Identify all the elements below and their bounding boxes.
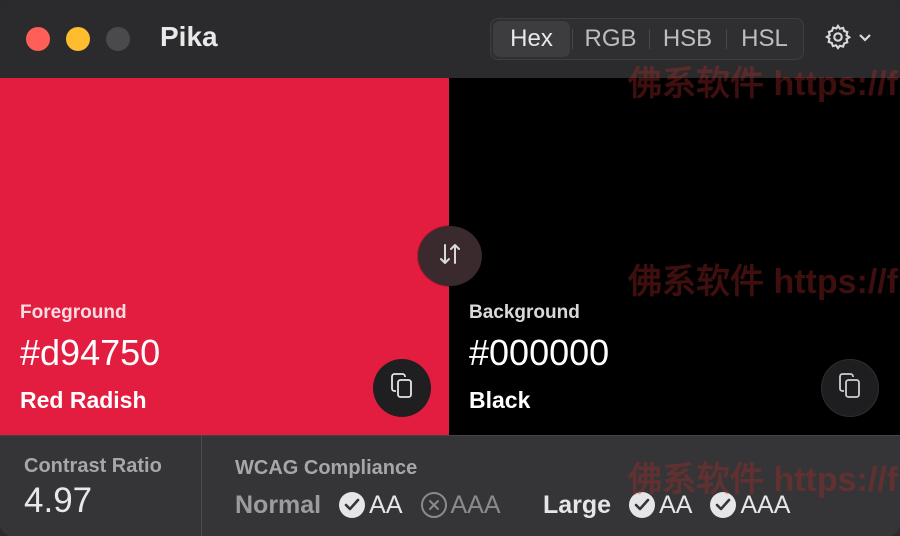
normal-aaa-badge: AAA <box>420 491 501 520</box>
x-icon <box>420 492 447 518</box>
wcag-normal-row: Normal AA AAA <box>235 488 501 522</box>
format-tab-rgb[interactable]: RGB <box>572 19 649 59</box>
wcag-compliance-label: WCAG Compliance <box>235 457 418 479</box>
format-tab-hsl[interactable]: HSL <box>726 19 803 59</box>
large-text-label: Large <box>543 490 612 519</box>
divider <box>201 436 202 536</box>
background-hex-value[interactable]: #000000 <box>469 332 609 374</box>
copy-icon <box>837 372 863 405</box>
normal-aa-badge: AA <box>339 491 403 520</box>
chevron-down-icon <box>858 30 872 48</box>
copy-foreground-button[interactable] <box>373 359 431 417</box>
app-title: Pika <box>160 21 218 52</box>
settings-menu-button[interactable] <box>824 23 880 56</box>
watermark: 佛系软件 https://f <box>628 65 899 103</box>
foreground-color-name: Red Radish <box>20 387 147 413</box>
close-window-button[interactable] <box>26 27 50 51</box>
contrast-ratio-value: 4.97 <box>24 481 93 520</box>
format-tab-hex[interactable]: Hex <box>493 21 570 57</box>
swap-arrows-icon <box>436 240 464 273</box>
swap-colors-button[interactable] <box>418 226 482 286</box>
contrast-ratio-label: Contrast Ratio <box>24 455 162 477</box>
minimize-window-button[interactable] <box>66 27 90 51</box>
foreground-color-pane[interactable]: Foreground #d94750 Red Radish <box>0 78 449 435</box>
copy-icon <box>389 372 415 405</box>
format-segmented-control: Hex RGB HSB HSL <box>490 18 804 60</box>
pika-window: Pika Hex RGB HSB HSL Foreground #d94750 <box>0 0 900 536</box>
background-color-name: Black <box>469 387 531 413</box>
watermark: 佛系软件 https://f <box>628 263 899 301</box>
format-tab-hsb[interactable]: HSB <box>649 19 726 59</box>
normal-text-label: Normal <box>235 490 322 519</box>
copy-background-button[interactable] <box>821 359 879 417</box>
gear-icon <box>824 23 852 56</box>
check-icon <box>339 492 366 518</box>
zoom-window-button[interactable] <box>106 27 130 51</box>
background-label: Background <box>469 302 580 323</box>
foreground-label: Foreground <box>20 302 127 323</box>
foreground-hex-value[interactable]: #d94750 <box>20 332 160 374</box>
watermark: 佛系软件 https://f <box>628 461 899 499</box>
